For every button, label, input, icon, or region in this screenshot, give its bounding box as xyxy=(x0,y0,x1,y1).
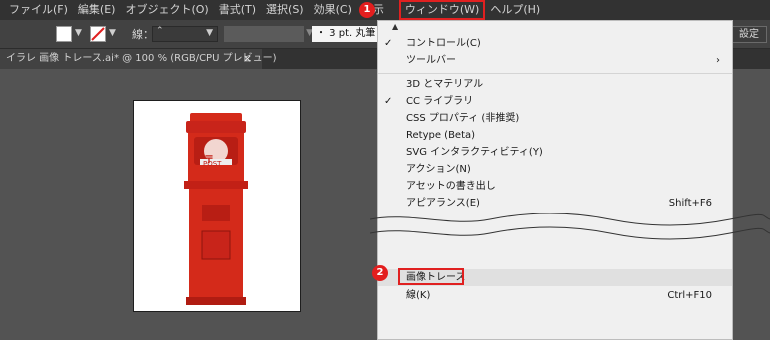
check-icon: ✓ xyxy=(384,38,393,49)
menu-help[interactable]: ヘルプ(H) xyxy=(485,0,545,20)
menu-item-label: CC ライブラリ xyxy=(406,96,474,107)
menu-select[interactable]: 選択(S) xyxy=(261,0,309,20)
tear-divider xyxy=(370,213,770,240)
menu-object[interactable]: オブジェクト(O) xyxy=(120,0,213,20)
menu-item-label: SVG インタラクティビティ(Y) xyxy=(406,147,543,158)
menu-item-retype[interactable]: Retype (Beta) xyxy=(378,127,732,144)
chevron-down-icon[interactable]: ▼ xyxy=(75,28,82,38)
settings-button[interactable]: 設定 xyxy=(731,26,767,43)
stroke-label: 線： xyxy=(132,28,154,41)
close-icon[interactable]: × xyxy=(243,49,252,69)
menu-item-svg-interactivity[interactable]: SVG インタラクティビティ(Y) xyxy=(378,144,732,161)
menu-item-control[interactable]: ✓ コントロール(C) xyxy=(378,35,732,52)
menu-separator xyxy=(378,73,732,74)
menu-item-label: コントロール(C) xyxy=(406,38,481,49)
fill-swatch[interactable] xyxy=(56,26,72,42)
menu-window[interactable]: ウィンドウ(W) xyxy=(398,0,486,20)
stroke-weight-field[interactable]: ⌃ ▼ xyxy=(152,26,218,42)
menu-type[interactable]: 書式(T) xyxy=(214,0,261,20)
menu-item-label: Retype (Beta) xyxy=(406,130,476,141)
menu-item-appearance[interactable]: アピアランス(E) Shift+F6 xyxy=(378,195,732,212)
chevron-down-icon[interactable]: ▼ xyxy=(206,28,213,38)
menu-item-css-properties[interactable]: CSS プロパティ (非推奨) xyxy=(378,110,732,127)
menu-item-label: アセットの書き出し xyxy=(406,181,496,192)
chevron-right-icon: › xyxy=(716,55,720,66)
menu-item-shortcut: Shift+F6 xyxy=(668,198,712,209)
menu-item-3d-materials[interactable]: 3D とマテリアル xyxy=(378,76,732,93)
menu-item-label: 3D とマテリアル xyxy=(406,79,484,90)
document-tab[interactable]: イラレ 画像 トレース.ai* @ 100 % (RGB/CPU プレビュー) … xyxy=(0,49,277,69)
menu-file[interactable]: ファイル(F) xyxy=(4,0,73,20)
menu-item-label: ツールバー xyxy=(406,55,456,66)
menu-item-cc-libraries[interactable]: ✓ CC ライブラリ xyxy=(378,93,732,110)
menu-item-label: 線(K) xyxy=(406,290,431,301)
menu-item-toolbar[interactable]: ツールバー › xyxy=(378,52,732,69)
menu-item-label: アクション(N) xyxy=(406,164,471,175)
document-tab-title: イラレ 画像 トレース.ai* @ 100 % (RGB/CPU プレビュー) xyxy=(6,53,277,64)
postbox-label: POST xyxy=(203,160,222,168)
menu-item-shortcut: Ctrl+F10 xyxy=(667,290,712,301)
menu-effect[interactable]: 効果(C) xyxy=(309,0,357,20)
postbox-image xyxy=(184,113,248,305)
variable-width-field[interactable]: ▼ xyxy=(224,26,313,42)
menu-edit[interactable]: 編集(E) xyxy=(73,0,121,20)
window-menu: ▲ ✓ コントロール(C) ツールバー › 3D とマテリアル ✓ CC ライブ… xyxy=(377,20,733,340)
brush-definition-field[interactable]: ・ 3 pt. 丸筆 xyxy=(312,26,378,42)
menu-item-label: CSS プロパティ (非推奨) xyxy=(406,113,520,124)
step-badge-2: 2 xyxy=(372,265,388,281)
image-trace-highlight xyxy=(398,268,464,285)
stepper-icon[interactable]: ⌃ xyxy=(156,26,164,36)
stroke-swatch[interactable] xyxy=(90,26,106,42)
menu-item-label: アピアランス(E) xyxy=(406,198,480,209)
menu-bar: ファイル(F) 編集(E) オブジェクト(O) 書式(T) 選択(S) 効果(C… xyxy=(0,0,770,20)
chevron-down-icon[interactable]: ▼ xyxy=(109,28,116,38)
menu-item-stroke[interactable]: 線(K) Ctrl+F10 xyxy=(378,287,732,304)
artboard[interactable] xyxy=(133,100,301,312)
step-badge-1: 1 xyxy=(359,2,375,18)
menu-item-asset-export[interactable]: アセットの書き出し xyxy=(378,178,732,195)
scroll-up-icon[interactable]: ▲ xyxy=(392,22,398,31)
check-icon: ✓ xyxy=(384,96,393,107)
menu-item-actions[interactable]: アクション(N) xyxy=(378,161,732,178)
no-stroke-icon xyxy=(91,27,105,41)
